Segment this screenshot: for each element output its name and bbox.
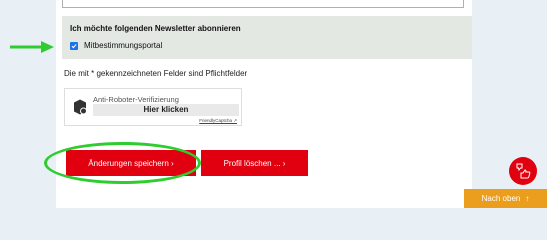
annotation-highlight-ellipse bbox=[44, 142, 201, 184]
captcha-title: Anti-Roboter-Verifizierung bbox=[93, 95, 179, 104]
newsletter-option-label: Mitbestimmungsportal bbox=[84, 41, 163, 50]
newsletter-section: Ich möchte folgenden Newsletter abonnier… bbox=[62, 16, 472, 59]
feedback-button[interactable] bbox=[509, 157, 537, 185]
annotation-arrow-icon bbox=[10, 41, 54, 53]
newsletter-heading: Ich möchte folgenden Newsletter abonnier… bbox=[70, 24, 241, 33]
required-fields-note: Die mit * gekennzeichneten Felder sind P… bbox=[64, 69, 248, 78]
captcha-widget: Anti-Roboter-Verifizierung Hier klicken … bbox=[64, 88, 242, 126]
previous-field-input[interactable] bbox=[62, 0, 464, 8]
checkmark-icon bbox=[71, 43, 77, 48]
captcha-verify-button[interactable]: Hier klicken bbox=[93, 104, 239, 116]
newsletter-checkbox[interactable] bbox=[70, 41, 78, 50]
arrow-up-icon: ↑ bbox=[525, 194, 530, 203]
back-to-top-button[interactable]: Nach oben ↑ bbox=[464, 189, 547, 208]
back-to-top-label: Nach oben bbox=[481, 194, 521, 203]
delete-profile-button[interactable]: Profil löschen ... › bbox=[201, 150, 308, 176]
thumbs-feedback-icon bbox=[516, 163, 531, 179]
friendlycaptcha-logo-icon bbox=[74, 99, 87, 115]
newsletter-option-row[interactable]: Mitbestimmungsportal bbox=[70, 41, 162, 50]
friendlycaptcha-link[interactable]: FriendlyCaptcha ↗ bbox=[199, 118, 237, 124]
